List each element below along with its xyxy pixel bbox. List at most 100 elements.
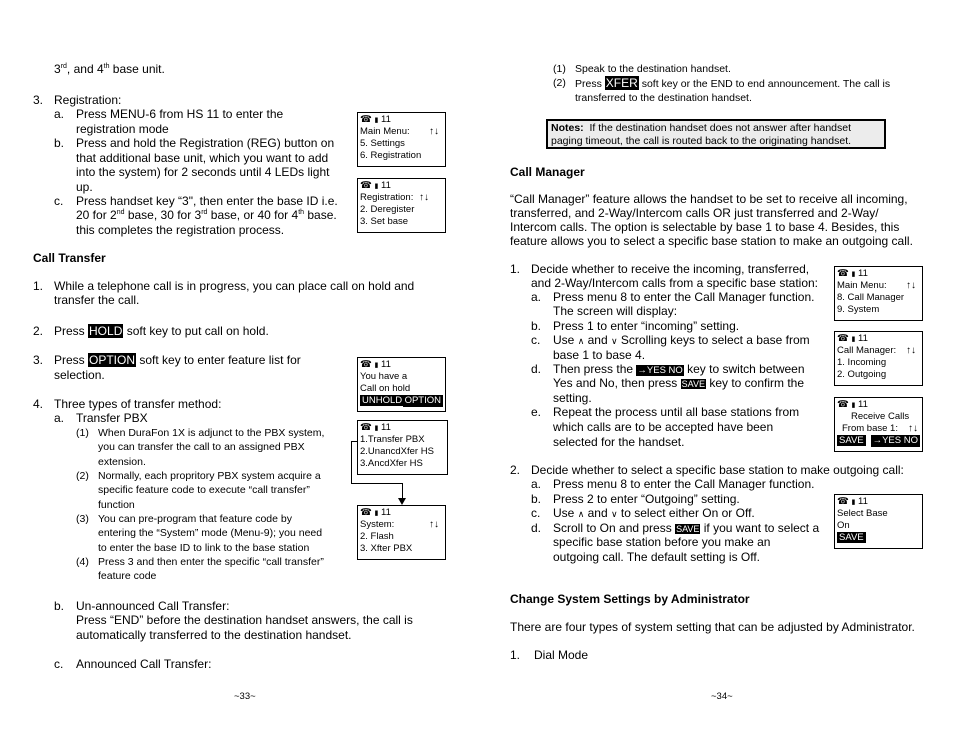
list-letter: c. xyxy=(531,333,541,347)
list-item-text: Scroll to On and press SAVE if you want … xyxy=(553,521,819,536)
paragraph-line: feature allows you to select a specific … xyxy=(510,234,913,248)
sub-item-text: extension. xyxy=(98,456,146,468)
intro-line: 3rd, and 4th base unit. xyxy=(54,62,165,76)
notes-label: Notes: xyxy=(551,122,584,134)
list-item-text: outgoing call. The default setting is Of… xyxy=(553,550,761,564)
lcd-row: From base 1: ↑↓ xyxy=(837,423,920,435)
battery-icon: ▮ xyxy=(851,402,856,409)
up-down-arrows-icon: ↑↓ xyxy=(429,126,439,137)
lcd-call-manager: ☎ ▮ 11 Call Manager: ↑↓ 1. Incoming 2. Ou… xyxy=(834,331,923,386)
up-down-arrows-icon: ↑↓ xyxy=(419,192,429,203)
battery-icon: ▮ xyxy=(851,271,856,278)
sub-item-text: Press XFER soft key or the END to end an… xyxy=(575,76,890,91)
list-item-text: Press 1 to enter “incoming” setting. xyxy=(553,319,740,333)
lcd-row: 3. Set base xyxy=(360,216,409,227)
lcd-softkey-row: UNHOLD OPTION xyxy=(360,395,443,407)
list-letter: a. xyxy=(54,411,65,425)
lcd-select-base: ☎ ▮ 11 Select Base On SAVE xyxy=(834,494,923,549)
list-item-text: Press HOLD soft key to put call on hold. xyxy=(54,324,269,338)
paragraph-line: transferred, and 2-Way/Intercom calls OR… xyxy=(510,206,879,220)
lcd-main-menu-registration: ☎ ▮ 11 Main Menu: ↑↓ 5. Settings 6. Regis… xyxy=(357,112,446,167)
handset-number: 11 xyxy=(380,507,391,518)
save-softkey: SAVE xyxy=(837,435,866,446)
lcd-row: Call Manager: ↑↓ xyxy=(837,345,920,357)
list-item-text: that additional base unit, which you wan… xyxy=(76,151,329,165)
handset-number: 11 xyxy=(380,422,391,433)
lcd-softkey-row: SAVE xyxy=(837,532,920,544)
list-item-text: setting. xyxy=(553,391,592,405)
sub-item-text: entering the “System” mode (Menu-9); you… xyxy=(98,527,323,539)
sub-item-text: to enter the base ID to link to the base… xyxy=(98,542,310,554)
lcd-row: 9. System xyxy=(837,304,880,315)
list-item-text: Press OPTION soft key to enter feature l… xyxy=(54,353,301,367)
lcd-row: 3. Xfter PBX xyxy=(360,543,413,554)
lcd-status-row: ☎ ▮ 11 xyxy=(360,422,445,434)
handset-number: 11 xyxy=(380,180,391,191)
call-manager-heading: Call Manager xyxy=(510,165,585,179)
battery-icon: ▮ xyxy=(374,183,379,190)
sub-item-text: Normally, each propritory PBX system acq… xyxy=(98,470,321,482)
registration-title: Registration: xyxy=(54,93,122,107)
lcd-text: Main Menu: xyxy=(837,280,887,291)
battery-icon: ▮ xyxy=(374,362,379,369)
text: 20 for 2 xyxy=(76,208,117,222)
list-number: 2. xyxy=(510,463,521,477)
phone-icon: ☎ xyxy=(837,399,849,410)
lcd-softkey-row: SAVE →YES NO xyxy=(837,435,920,447)
list-letter: d. xyxy=(531,521,542,535)
text: soft key to put call on hold. xyxy=(123,324,269,338)
text: key to confirm the xyxy=(705,376,805,390)
lcd-row: 1. Incoming xyxy=(837,357,887,368)
option-softkey: OPTION xyxy=(402,395,443,407)
list-number: 1. xyxy=(510,648,521,662)
lcd-row: Main Menu: ↑↓ xyxy=(360,126,443,138)
list-item-text: Press 2 to enter “Outgoing” setting. xyxy=(553,492,740,506)
text: base unit. xyxy=(109,62,165,76)
text: base, or 40 for 4 xyxy=(207,208,299,222)
list-letter: a. xyxy=(531,477,542,491)
save-softkey: SAVE xyxy=(837,532,866,543)
text: Use xyxy=(553,333,578,347)
up-down-arrows-icon: ↑↓ xyxy=(906,345,916,356)
sub-number: (1) xyxy=(76,427,89,439)
lcd-row: System: ↑↓ xyxy=(360,519,443,531)
handset-number: 11 xyxy=(857,333,868,344)
text: , and 4 xyxy=(66,62,104,76)
transfer-pbx-title: Transfer PBX xyxy=(76,411,148,425)
phone-icon: ☎ xyxy=(360,507,372,518)
list-item-text: up. xyxy=(76,180,93,194)
text: Then press the xyxy=(553,362,637,376)
list-item-text: Press MENU-6 from HS 11 to enter the xyxy=(76,107,284,121)
text: Use xyxy=(553,506,578,520)
up-down-arrows-icon: ↑↓ xyxy=(906,280,916,291)
phone-icon: ☎ xyxy=(360,422,372,433)
battery-icon: ▮ xyxy=(851,336,856,343)
list-item-text: Press menu 8 to enter the Call Manager f… xyxy=(553,477,815,491)
yes-no-softkey-label: →YES NO xyxy=(636,365,684,376)
lcd-transfer-list: ☎ ▮ 11 1.Transfer PBX 2.UnancdXfer HS 3.… xyxy=(357,420,448,475)
lcd-text: Registration: xyxy=(360,192,414,203)
scroll-down-icon: ∨ xyxy=(610,336,618,346)
list-item-text: Repeat the process until all base statio… xyxy=(553,405,800,419)
lcd-receive-calls: ☎ ▮ 11 Receive Calls From base 1: ↑↓ SAVE… xyxy=(834,397,923,452)
yes-no-softkey: →YES NO xyxy=(870,435,920,447)
connector-segment xyxy=(351,483,403,485)
list-item-text: While a telephone call is in progress, y… xyxy=(54,279,415,293)
save-softkey-label: SAVE xyxy=(680,379,706,389)
list-item-text: Press “END” before the destination hands… xyxy=(76,613,413,627)
list-number: 2. xyxy=(33,324,44,338)
lcd-text: From base 1: xyxy=(842,423,898,434)
list-letter: d. xyxy=(531,362,542,376)
lcd-system: ☎ ▮ 11 System: ↑↓ 2. Flash 3. Xfter PBX xyxy=(357,505,446,560)
xfer-softkey-label: XFER xyxy=(604,76,639,90)
sub-item-text: You can pre-program that feature code by xyxy=(98,513,292,525)
battery-icon: ▮ xyxy=(374,510,379,517)
lcd-main-menu-call-manager: ☎ ▮ 11 Main Menu: ↑↓ 8. Call Manager 9. S… xyxy=(834,266,923,321)
sub-number: (3) xyxy=(76,513,89,525)
list-item-text: into the system) for 2 seconds until 4 L… xyxy=(76,165,330,179)
lcd-row: Receive Calls xyxy=(851,411,910,422)
text: base, 30 for 3 xyxy=(124,208,202,222)
list-item-text: selection. xyxy=(54,368,105,382)
sub-item-text: transferred to the destination handset. xyxy=(575,92,752,104)
list-item-text: registration mode xyxy=(76,122,169,136)
